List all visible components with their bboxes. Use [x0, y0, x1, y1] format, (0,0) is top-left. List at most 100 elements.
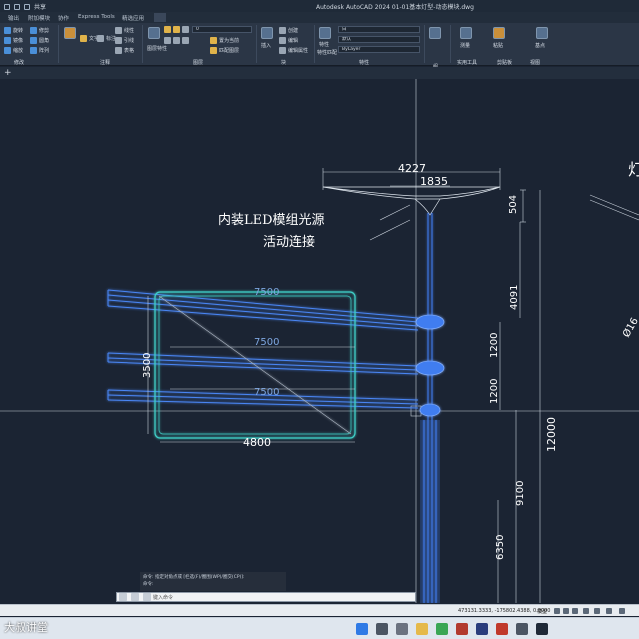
- match-layer-tool[interactable]: 匹配图层: [210, 47, 239, 54]
- measure-icon[interactable]: [460, 27, 472, 39]
- layer-icon: [173, 37, 180, 44]
- table-tool[interactable]: 表格: [115, 47, 134, 54]
- joint-note: 活动连接: [263, 234, 315, 250]
- tab-express-tools[interactable]: Express Tools: [78, 14, 115, 20]
- ortho-icon[interactable]: [572, 608, 578, 614]
- dim-top-width: 4227: [398, 162, 426, 175]
- tab-output[interactable]: 输出: [8, 14, 19, 22]
- tab-featured-apps[interactable]: 精选应用: [122, 14, 144, 22]
- measure-label[interactable]: 测量: [460, 42, 470, 49]
- command-history-line: 命令: 指定对角点或 [栏选(F)/圈围(WP)/圈交(CP)]:: [143, 575, 245, 580]
- task-view-icon[interactable]: [396, 623, 408, 635]
- color-dropdown[interactable]: 白: [338, 26, 420, 33]
- save-icon[interactable]: [4, 3, 10, 10]
- polar-icon[interactable]: [583, 608, 589, 614]
- table-icon: [115, 47, 122, 54]
- tab-ribbon-toggle[interactable]: [154, 13, 166, 22]
- layer-dropdown[interactable]: 0: [192, 26, 252, 33]
- group-icon[interactable]: [429, 27, 441, 39]
- autocad-icon[interactable]: [496, 623, 508, 635]
- properties-icon[interactable]: [319, 27, 331, 39]
- command-input[interactable]: 键入命令: [153, 594, 173, 601]
- rotate-tool[interactable]: 旋转: [4, 27, 23, 34]
- scale-tool[interactable]: 缩放: [4, 47, 23, 54]
- panel-divider: [424, 25, 425, 63]
- autocad-window: 共享 Autodesk AutoCAD 2024 01-01基本灯型-动态模块.…: [0, 0, 639, 639]
- edit-block-tool[interactable]: 编辑: [279, 37, 298, 44]
- app-icon[interactable]: [516, 623, 528, 635]
- capcut-icon[interactable]: [536, 623, 548, 635]
- drawing-svg: 4227 1835 504 4091 7500 7500 7500 3500 4…: [0, 79, 639, 603]
- dim-gap-2: 1200: [489, 379, 500, 404]
- clipboard-icon[interactable]: [493, 27, 505, 39]
- search-icon[interactable]: [376, 623, 388, 635]
- edit-attribute-tool[interactable]: 编辑属性: [279, 47, 308, 54]
- new-tab-button[interactable]: +: [4, 68, 12, 78]
- status-bar: 473131.3333, -175802.4388, 0.0000 模型: [0, 604, 639, 616]
- trim-tool[interactable]: 修剪: [30, 27, 49, 34]
- customize-icon[interactable]: [619, 608, 625, 614]
- recent-commands-icon[interactable]: [143, 593, 151, 601]
- model-space-toggle[interactable]: 模型: [537, 608, 547, 615]
- mirror-tool[interactable]: 镜像: [4, 37, 23, 44]
- insert-block-icon[interactable]: [261, 27, 273, 39]
- paste-label[interactable]: 粘贴: [493, 42, 503, 49]
- fillet-tool[interactable]: 圆角: [30, 37, 49, 44]
- panel-label-annotation: 注释: [100, 60, 111, 66]
- annotation-scale-icon[interactable]: [606, 608, 612, 614]
- browser-icon[interactable]: [436, 623, 448, 635]
- leader-tool[interactable]: 引线: [115, 37, 134, 44]
- dim-diameter: Ø16: [620, 316, 639, 340]
- base-point-icon[interactable]: [536, 27, 548, 39]
- text-icon: [80, 35, 87, 42]
- file-tab-strip: +: [0, 67, 639, 79]
- layer-tool-row: [164, 37, 189, 44]
- file-explorer-icon[interactable]: [416, 623, 428, 635]
- undo-icon[interactable]: [14, 3, 20, 10]
- command-line[interactable]: 键入命令: [116, 592, 416, 602]
- create-block-tool[interactable]: 创建: [279, 27, 298, 34]
- panel-divider: [142, 25, 143, 63]
- dimension-tool[interactable]: 标注: [97, 35, 116, 42]
- command-history: 命令: 指定对角点或 [栏选(F)/圈围(WP)/圈交(CP)]: 命令:: [140, 572, 286, 591]
- panel-divider: [450, 25, 451, 63]
- properties-label[interactable]: 特性: [319, 41, 329, 48]
- wrench-icon[interactable]: [131, 593, 139, 601]
- match-properties-label[interactable]: 特性匹配: [317, 49, 337, 56]
- drawing-canvas[interactable]: 4227 1835 504 4091 7500 7500 7500 3500 4…: [0, 79, 639, 603]
- tab-collaborate[interactable]: 协作: [58, 14, 69, 22]
- panel-label-view: 视图: [530, 60, 541, 66]
- pencil-icon[interactable]: [64, 27, 76, 39]
- leader-icon: [115, 37, 122, 44]
- layer-properties-label[interactable]: 图层特性: [147, 45, 167, 52]
- dimension-lines: [147, 168, 639, 603]
- command-history-line-2: 命令:: [143, 582, 154, 587]
- start-icon[interactable]: [356, 623, 368, 635]
- insert-label[interactable]: 插入: [261, 42, 271, 49]
- linear-dim-icon: [115, 27, 122, 34]
- lamp-head: [322, 186, 501, 216]
- rotate-icon: [4, 27, 11, 34]
- pole-base: [420, 420, 440, 603]
- grid-icon[interactable]: [554, 608, 560, 614]
- redo-icon[interactable]: [24, 3, 30, 10]
- dim-arm-mid: 7500: [254, 337, 279, 348]
- dim-lower-height: 9100: [515, 481, 526, 506]
- linetype-dropdown[interactable]: 默认: [338, 36, 420, 43]
- layer-properties-icon[interactable]: [148, 27, 160, 39]
- base-label[interactable]: 基点: [535, 42, 545, 49]
- linear-tool[interactable]: 线性: [115, 27, 134, 34]
- array-tool[interactable]: 阵列: [30, 47, 49, 54]
- quick-access-toolbar: 共享: [4, 2, 46, 11]
- osnap-icon[interactable]: [594, 608, 600, 614]
- tab-addins[interactable]: 附加模块: [28, 14, 50, 22]
- illustrator-icon[interactable]: [456, 623, 468, 635]
- sun-icon: [173, 26, 180, 33]
- set-current-tool[interactable]: 置为当前: [210, 37, 239, 44]
- photoshop-icon[interactable]: [476, 623, 488, 635]
- snap-icon[interactable]: [563, 608, 569, 614]
- share-button[interactable]: 共享: [34, 2, 46, 11]
- panel-divider: [314, 25, 315, 63]
- lineweight-dropdown[interactable]: ByLayer: [338, 46, 420, 53]
- close-icon[interactable]: [119, 593, 127, 601]
